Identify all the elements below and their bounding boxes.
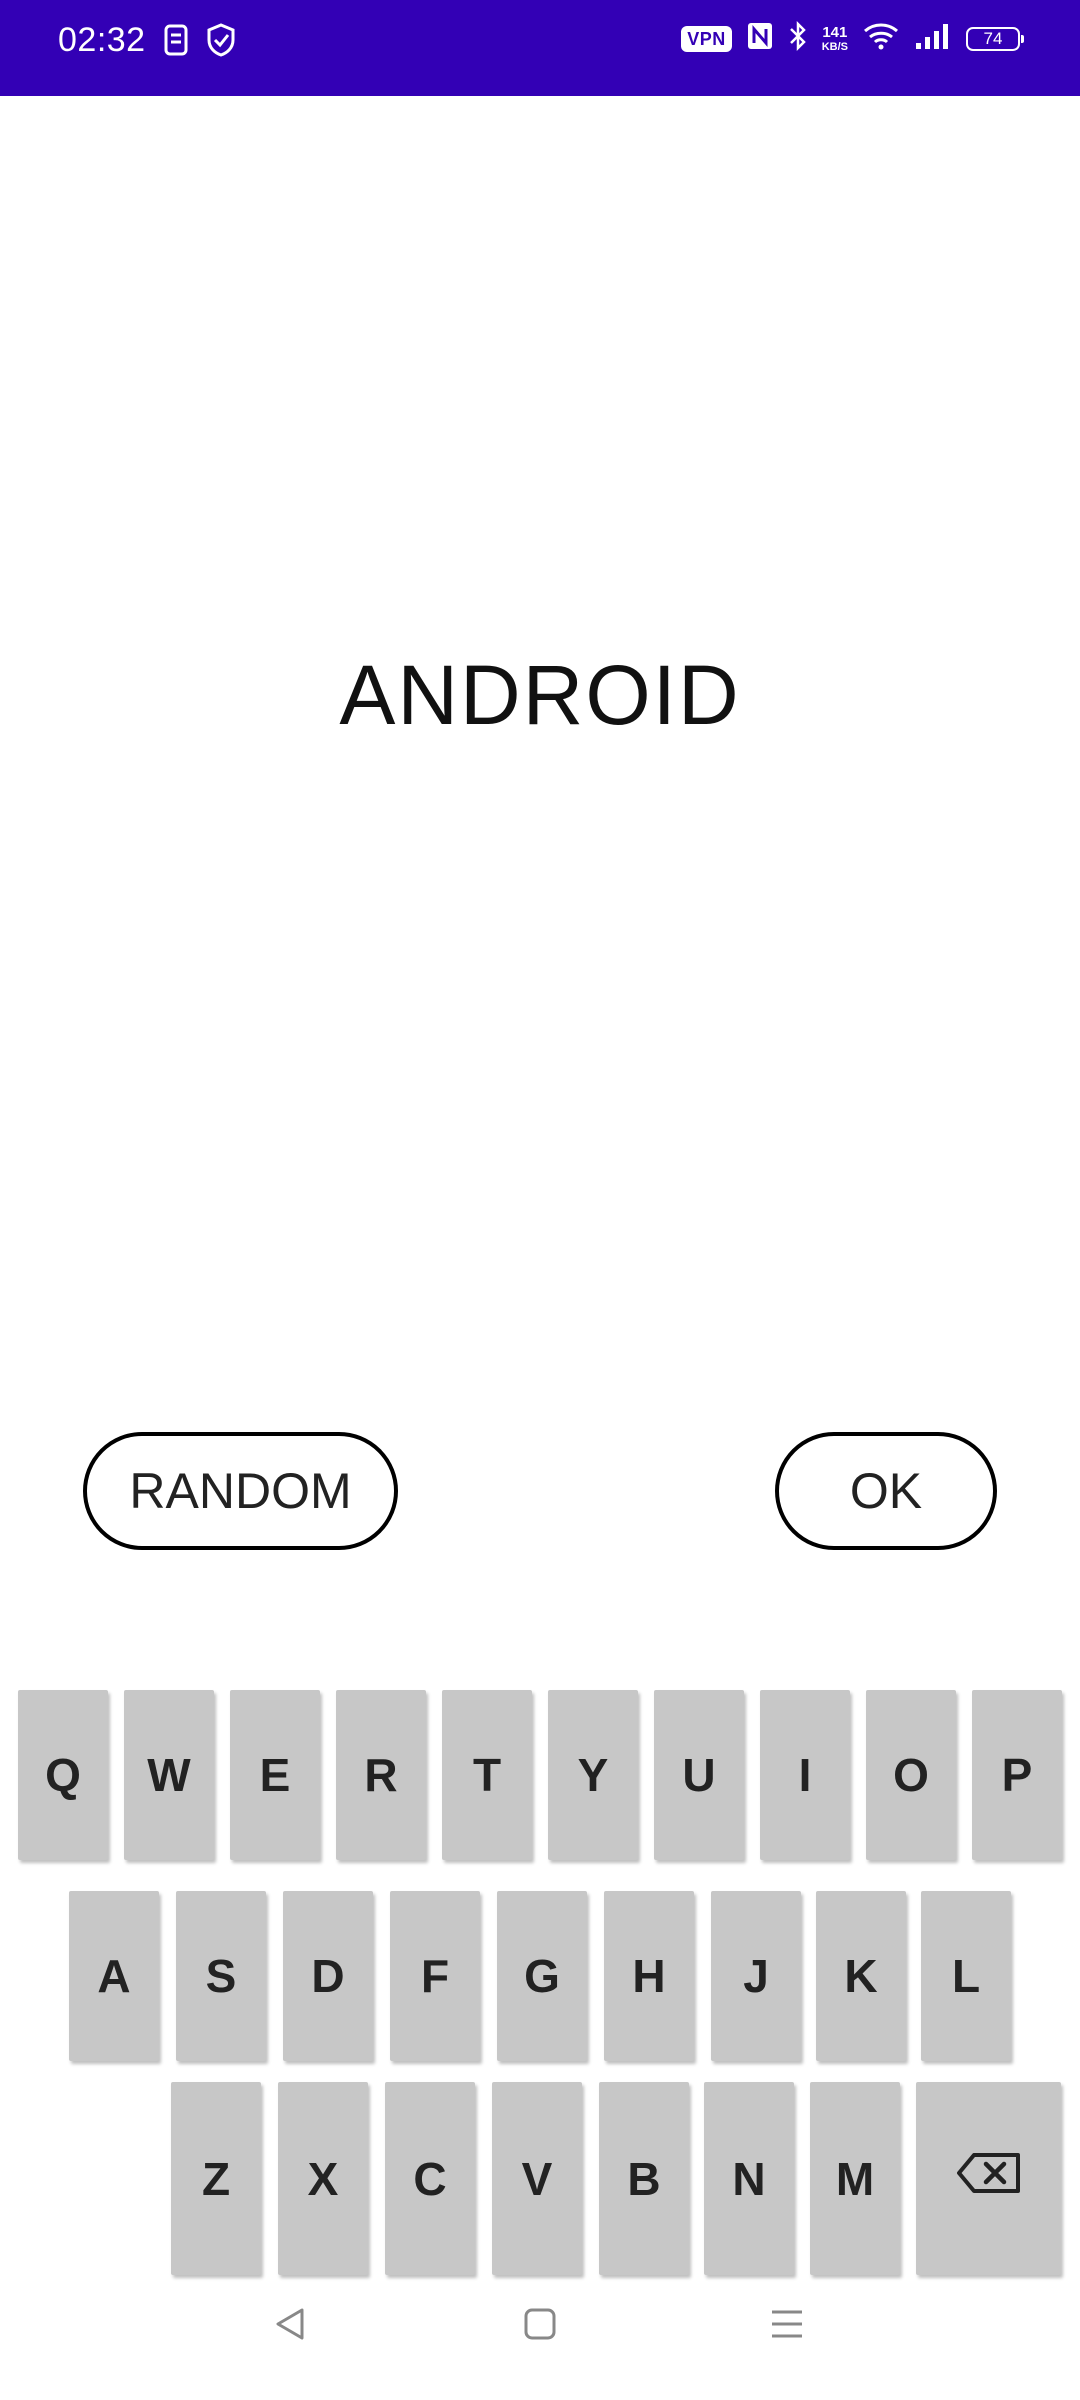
- key-q[interactable]: Q: [18, 1690, 108, 1860]
- sim-icon: [163, 23, 189, 62]
- key-r[interactable]: R: [336, 1690, 426, 1860]
- word-display: ANDROID: [339, 648, 741, 742]
- key-n[interactable]: N: [704, 2082, 794, 2275]
- status-bar: 02:32 VPN 141 KB/S 74: [0, 0, 1080, 96]
- key-o[interactable]: O: [866, 1690, 956, 1860]
- key-g[interactable]: G: [497, 1891, 587, 2061]
- key-v[interactable]: V: [492, 2082, 582, 2275]
- vpn-badge: VPN: [681, 25, 732, 52]
- key-a[interactable]: A: [69, 1891, 159, 2061]
- key-i[interactable]: I: [760, 1690, 850, 1860]
- backspace-icon: [956, 2151, 1022, 2206]
- key-x[interactable]: X: [278, 2082, 368, 2275]
- status-right-icons: VPN 141 KB/S 74: [681, 20, 1024, 57]
- key-s[interactable]: S: [176, 1891, 266, 2061]
- status-left-icons: [163, 22, 237, 63]
- ok-button[interactable]: OK: [775, 1432, 997, 1550]
- nfc-icon: [746, 21, 774, 56]
- key-d[interactable]: D: [283, 1891, 373, 2061]
- key-m[interactable]: M: [810, 2082, 900, 2275]
- key-b[interactable]: B: [599, 2082, 689, 2275]
- random-button[interactable]: RANDOM: [83, 1432, 398, 1550]
- backspace-key[interactable]: [916, 2082, 1061, 2275]
- signal-icon: [914, 21, 952, 56]
- recents-icon[interactable]: [769, 2306, 805, 2347]
- key-l[interactable]: L: [921, 1891, 1011, 2061]
- key-t[interactable]: T: [442, 1690, 532, 1860]
- key-j[interactable]: J: [711, 1891, 801, 2061]
- battery-icon: 74: [966, 26, 1024, 51]
- back-icon[interactable]: [272, 2306, 308, 2347]
- home-icon[interactable]: [522, 2306, 558, 2347]
- nav-bar: [0, 2286, 1080, 2382]
- key-k[interactable]: K: [816, 1891, 906, 2061]
- wifi-icon: [862, 21, 900, 56]
- key-c[interactable]: C: [385, 2082, 475, 2275]
- net-speed: 141 KB/S: [821, 23, 848, 53]
- shield-check-icon: [205, 22, 237, 63]
- key-w[interactable]: W: [124, 1690, 214, 1860]
- key-u[interactable]: U: [654, 1690, 744, 1860]
- key-e[interactable]: E: [230, 1690, 320, 1860]
- key-y[interactable]: Y: [548, 1690, 638, 1860]
- key-f[interactable]: F: [390, 1891, 480, 2061]
- key-z[interactable]: Z: [171, 2082, 261, 2275]
- key-p[interactable]: P: [972, 1690, 1062, 1860]
- key-h[interactable]: H: [604, 1891, 694, 2061]
- bluetooth-icon: [788, 20, 808, 57]
- status-time: 02:32: [58, 21, 146, 59]
